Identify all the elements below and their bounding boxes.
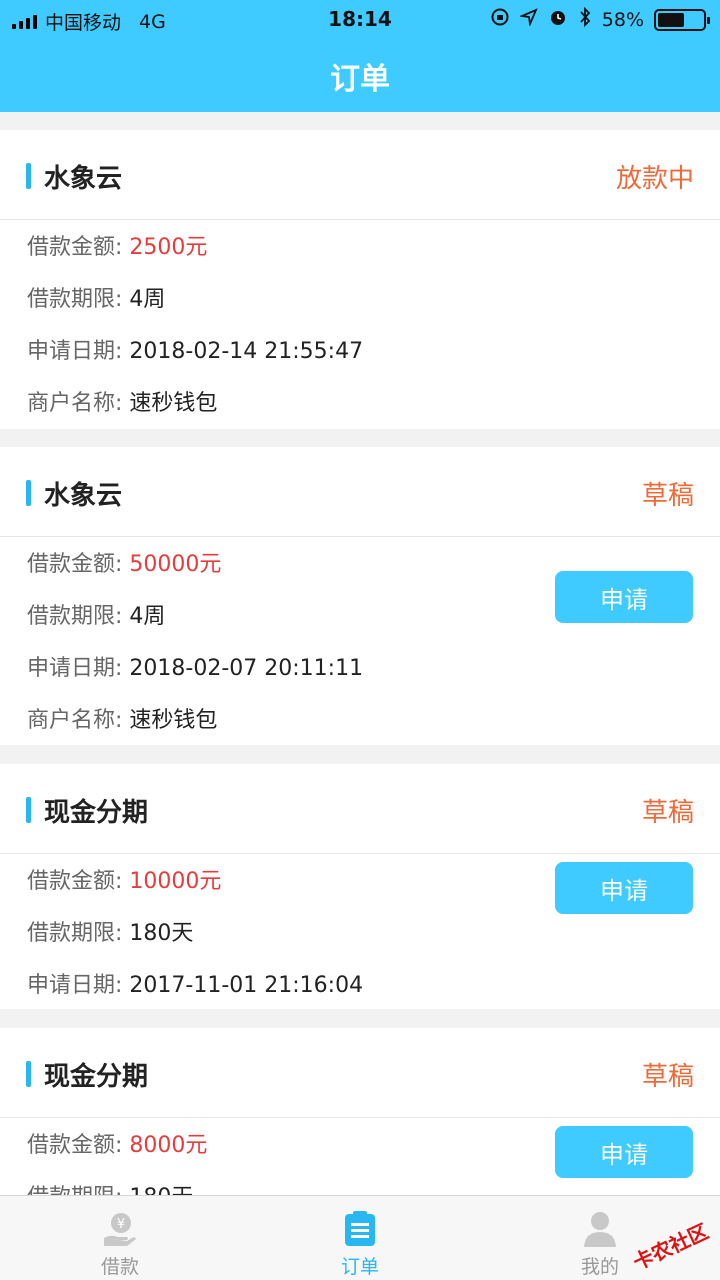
merchant-row: 商户名称: 速秒钱包 [0,704,720,756]
merchant-label: 商户名称: [27,391,123,416]
date-row: 申请日期: 2018-02-14 21:55:47 [0,335,720,387]
date-label: 申请日期: [27,339,123,364]
header: 中国移动 4G 18:14 58% 订单 [0,0,720,112]
term-label: 借款期限: [27,604,123,629]
tab-label: 订单 [340,1256,379,1278]
order-status: 草稿 [641,798,694,828]
order-card[interactable]: 水象云 放款中 借款金额: 2500元 借款期限: 4周 申请日期: 2018-… [0,130,720,429]
term-label: 借款期限: [27,287,123,312]
loan-hand-icon: ¥ [101,1210,139,1248]
accent-bar [26,163,31,189]
order-list-icon [341,1210,379,1248]
term-value: 4周 [129,604,166,629]
amount-label: 借款金额: [27,235,123,260]
term-value: 4周 [129,287,166,312]
merchant-value: 速秒钱包 [129,708,218,733]
order-product-name: 水象云 [44,481,123,511]
order-product-name: 现金分期 [44,798,149,828]
page-title: 订单 [330,62,390,97]
order-status: 草稿 [641,481,694,511]
order-card-header: 现金分期 草稿 [0,1028,720,1118]
amount-value: 10000元 [129,869,222,894]
tab-bar: ¥ 借款 订单 我的 [0,1195,720,1280]
apply-button[interactable]: 申请 [555,862,693,914]
amount-label: 借款金额: [27,869,123,894]
term-label: 借款期限: [27,921,123,946]
order-status: 草稿 [641,1062,694,1092]
location-icon [518,8,538,31]
battery-percent: 58% [601,8,644,31]
term-row: 借款期限: 180天 [0,917,720,969]
date-label: 申请日期: [27,973,123,998]
order-product-name: 水象云 [44,164,123,194]
accent-bar [26,1061,31,1087]
amount-value: 2500元 [129,235,208,260]
tab-orders[interactable]: 订单 [240,1196,480,1280]
bluetooth-icon [578,6,592,32]
tab-label: 借款 [100,1256,139,1278]
user-profile-icon [581,1210,619,1248]
apply-button[interactable]: 申请 [555,571,693,623]
date-label: 申请日期: [27,656,123,681]
order-card-header: 现金分期 草稿 [0,764,720,854]
tab-loan[interactable]: ¥ 借款 [0,1196,240,1280]
battery-icon [654,8,710,31]
term-value: 180天 [129,921,194,946]
svg-text:¥: ¥ [117,1217,125,1232]
status-bar: 中国移动 4G 18:14 58% [0,0,720,38]
order-card[interactable]: 现金分期 草稿 借款金额: 10000元 借款期限: 180天 申请日期: 20… [0,764,720,1009]
date-value: 2017-11-01 21:16:04 [129,973,364,998]
amount-label: 借款金额: [27,1133,123,1158]
tab-label: 我的 [580,1256,619,1278]
term-row: 借款期限: 4周 [0,283,720,335]
accent-bar [26,797,31,823]
order-card[interactable]: 水象云 草稿 借款金额: 50000元 借款期限: 4周 申请日期: 2018-… [0,447,720,745]
date-row: 申请日期: 2017-11-01 21:16:04 [0,969,720,1021]
merchant-value: 速秒钱包 [129,391,218,416]
order-status: 放款中 [615,164,694,194]
amount-label: 借款金额: [27,552,123,577]
accent-bar [26,480,31,506]
date-value: 2018-02-07 20:11:11 [129,656,364,681]
order-card-header: 水象云 草稿 [0,447,720,537]
amount-value: 8000元 [129,1133,208,1158]
merchant-row: 商户名称: 速秒钱包 [0,387,720,439]
amount-value: 50000元 [129,552,222,577]
apply-button[interactable]: 申请 [555,1126,693,1178]
order-card-header: 水象云 放款中 [0,130,720,220]
amount-row: 借款金额: 2500元 [0,231,720,283]
date-row: 申请日期: 2018-02-07 20:11:11 [0,652,720,704]
order-product-name: 现金分期 [44,1062,149,1092]
date-value: 2018-02-14 21:55:47 [129,339,364,364]
alarm-icon [548,7,568,32]
rotation-lock-icon [490,7,510,32]
merchant-label: 商户名称: [27,708,123,733]
